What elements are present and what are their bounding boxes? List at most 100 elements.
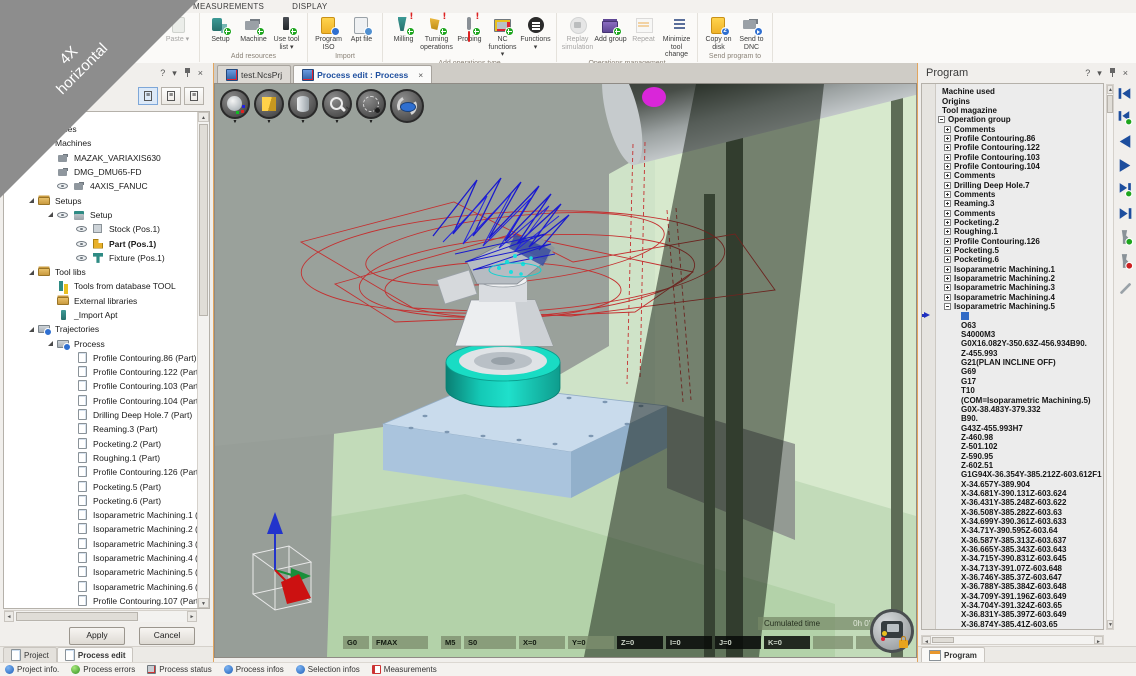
ribbon-tab-display[interactable]: DISPLAY xyxy=(292,2,327,11)
tree-item-isoparametric-machining-3-part[interactable]: Isoparametric Machining.3 (Part) xyxy=(4,537,209,551)
probing-button[interactable]: Probing xyxy=(453,13,486,44)
minimize-tool-change-button[interactable]: Minimize tool change xyxy=(660,13,693,59)
gcode-line-1[interactable]: S4000M3 xyxy=(922,330,1103,339)
panel-help[interactable]: ? xyxy=(1085,69,1090,78)
tree-item-stock-pos-1[interactable]: Stock (Pos.1) xyxy=(4,222,209,236)
scroll-right-arrow[interactable]: ► xyxy=(187,611,197,622)
current-gcode-line[interactable] xyxy=(922,311,1103,320)
gcode-line-32[interactable]: X-36.874Y-385.41Z-603.65 xyxy=(922,620,1103,629)
program-node-pocketing-5[interactable]: Pocketing.5 xyxy=(922,246,1103,255)
program-node-pocketing-2[interactable]: Pocketing.2 xyxy=(922,218,1103,227)
program-horizontal-scrollbar[interactable]: ◄ ► xyxy=(921,635,1104,645)
sim-go-start-button[interactable] xyxy=(1116,85,1134,102)
sim-play-button[interactable] xyxy=(1116,157,1134,174)
copy-on-disk-button[interactable]: Copy on disk xyxy=(702,13,735,51)
tree-item-trajectories[interactable]: Trajectories xyxy=(4,322,209,336)
panel-close[interactable]: × xyxy=(1123,69,1128,78)
tree-item-isoparametric-machining-5-part[interactable]: Isoparametric Machining.5 (Part) xyxy=(4,565,209,579)
dropdown-arrow-icon[interactable]: ▼ xyxy=(233,119,238,125)
expand-plus-icon[interactable] xyxy=(944,275,951,282)
tree-item-drilling-deep-hole-7-part[interactable]: Drilling Deep Hole.7 (Part) xyxy=(4,408,209,422)
tree-item-4axis-fanuc[interactable]: 4AXIS_FANUC xyxy=(4,179,209,193)
expand-plus-icon[interactable] xyxy=(944,191,951,198)
program-node-profile-contouring-126[interactable]: Profile Contouring.126 xyxy=(922,237,1103,246)
program-node-comments[interactable]: Comments xyxy=(922,124,1103,133)
panel-pin[interactable] xyxy=(184,68,191,78)
expand-plus-icon[interactable] xyxy=(944,126,951,133)
gcode-line-20[interactable]: X-36.508Y-385.282Z-603.63 xyxy=(922,507,1103,516)
gcode-line-29[interactable]: X-34.709Y-391.196Z-603.649 xyxy=(922,592,1103,601)
panel-pin[interactable] xyxy=(1109,68,1116,78)
gcode-line-7[interactable]: T10 xyxy=(922,386,1103,395)
status-process-errors[interactable]: Process errors xyxy=(71,665,135,674)
nc-functions-button[interactable]: NC functions ▾ xyxy=(486,13,519,59)
expander-icon[interactable] xyxy=(48,212,53,217)
view-selection-button[interactable]: ▼ xyxy=(356,89,386,119)
view-rotate-button[interactable] xyxy=(390,89,424,123)
program-node-isoparametric-machining-4[interactable]: Isoparametric Machining.4 xyxy=(922,293,1103,302)
functions-button[interactable]: Functions ▾ xyxy=(519,13,552,51)
expand-plus-icon[interactable] xyxy=(944,163,951,170)
scroll-thumb[interactable] xyxy=(932,637,954,643)
edit-button[interactable] xyxy=(1116,277,1134,294)
collapse-minus-icon[interactable] xyxy=(944,303,951,310)
apply-button[interactable]: Apply xyxy=(69,627,125,645)
tree-item-profile-contouring-104-part[interactable]: Profile Contouring.104 (Part) xyxy=(4,394,209,408)
machine-3d-scene[interactable] xyxy=(215,84,916,657)
list-view-detailed[interactable]: ≡ xyxy=(138,87,158,105)
expand-plus-icon[interactable] xyxy=(944,284,951,291)
add-group-button[interactable]: Add group xyxy=(594,13,627,44)
tree-item-setups[interactable]: Setups xyxy=(4,193,209,207)
panel-close[interactable]: × xyxy=(198,69,203,78)
gcode-line-30[interactable]: X-34.704Y-391.324Z-603.65 xyxy=(922,601,1103,610)
program-node-isoparametric-machining-5[interactable]: Isoparametric Machining.5 xyxy=(922,302,1103,311)
expand-plus-icon[interactable] xyxy=(944,210,951,217)
gcode-line-0[interactable]: O63 xyxy=(922,321,1103,330)
program-node-isoparametric-machining-2[interactable]: Isoparametric Machining.2 xyxy=(922,274,1103,283)
gcode-line-26[interactable]: X-34.713Y-391.07Z-603.648 xyxy=(922,564,1103,573)
machine-button[interactable]: Machine xyxy=(237,13,270,44)
visibility-eye-icon[interactable] xyxy=(76,252,89,264)
visibility-eye-icon[interactable] xyxy=(57,209,70,221)
tab-project[interactable]: Project xyxy=(3,647,57,662)
tree-item-external-libraries[interactable]: External libraries xyxy=(4,294,209,308)
send-to-dnc-button[interactable]: Send to DNC xyxy=(735,13,768,51)
tree-item-profile-contouring-122-part[interactable]: Profile Contouring.122 (Part) xyxy=(4,365,209,379)
program-node-tool-magazine[interactable]: Tool magazine xyxy=(922,106,1103,115)
gcode-line-8[interactable]: (COM=Isoparametric Machining.5) xyxy=(922,395,1103,404)
status-measurements[interactable]: Measurements xyxy=(372,665,437,674)
dropdown-arrow-icon[interactable]: ▼ xyxy=(301,119,306,125)
expand-plus-icon[interactable] xyxy=(944,294,951,301)
panel-help[interactable]: ? xyxy=(160,69,165,78)
gcode-line-10[interactable]: B90. xyxy=(922,414,1103,423)
gcode-line-19[interactable]: X-36.431Y-385.248Z-603.622 xyxy=(922,498,1103,507)
gcode-line-13[interactable]: Z-501.102 xyxy=(922,442,1103,451)
expand-plus-icon[interactable] xyxy=(944,182,951,189)
tree-item-pocketing-2-part[interactable]: Pocketing.2 (Part) xyxy=(4,437,209,451)
tree-item-part-pos-1[interactable]: Part (Pos.1) xyxy=(4,236,209,250)
view-zoom-button[interactable]: ▼ xyxy=(322,89,352,119)
scroll-thumb[interactable] xyxy=(16,612,138,621)
sim-go-start-tool-button[interactable] xyxy=(1116,109,1134,126)
visibility-eye-icon[interactable] xyxy=(76,223,89,235)
tree-item-isoparametric-machining-1-part[interactable]: Isoparametric Machining.1 (Part) xyxy=(4,508,209,522)
scroll-left-arrow[interactable]: ◄ xyxy=(4,611,14,622)
gcode-line-11[interactable]: G43Z-455.993H7 xyxy=(922,423,1103,432)
program-node-roughing-1[interactable]: Roughing.1 xyxy=(922,227,1103,236)
visibility-eye-icon[interactable] xyxy=(76,238,89,250)
gcode-line-16[interactable]: G1G94X-36.354Y-385.212Z-603.612F1 xyxy=(922,470,1103,479)
program-node-isoparametric-machining-1[interactable]: Isoparametric Machining.1 xyxy=(922,265,1103,274)
scroll-left-arrow[interactable]: ◄ xyxy=(922,636,931,644)
expand-plus-icon[interactable] xyxy=(944,228,951,235)
expand-plus-icon[interactable] xyxy=(944,154,951,161)
tree-item-profile-contouring-107-part[interactable]: Profile Contouring.107 (Part) xyxy=(4,594,209,608)
gcode-line-12[interactable]: Z-460.98 xyxy=(922,433,1103,442)
program-node-profile-contouring-86[interactable]: Profile Contouring.86 xyxy=(922,134,1103,143)
tool-stop-button[interactable] xyxy=(1116,253,1134,270)
gcode-line-3[interactable]: Z-455.993 xyxy=(922,349,1103,358)
program-node-pocketing-6[interactable]: Pocketing.6 xyxy=(922,255,1103,264)
tree-item-profile-contouring-115-part[interactable]: Profile Contouring.115 (Part) xyxy=(4,608,209,609)
gcode-line-27[interactable]: X-36.746Y-385.37Z-603.647 xyxy=(922,573,1103,582)
program-node-operation-group[interactable]: Operation group xyxy=(922,115,1103,124)
tree-item-reaming-3-part[interactable]: Reaming.3 (Part) xyxy=(4,422,209,436)
